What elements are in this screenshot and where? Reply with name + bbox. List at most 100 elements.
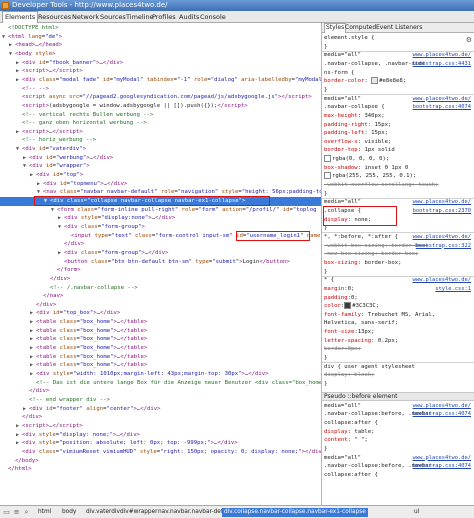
dom-node[interactable]: </div> xyxy=(0,301,321,310)
dom-node[interactable]: <script>(adsbygoogle = window.adsbygoogl… xyxy=(0,102,321,111)
css-rule-line[interactable]: rgba(255, 255, 255, 0.1); xyxy=(322,172,474,181)
tab-console[interactable]: Console xyxy=(198,12,228,22)
dom-node[interactable]: ▼ <form class="form-inline pull-right" ro… xyxy=(0,206,321,215)
css-rule-line[interactable]: element.style { xyxy=(322,34,474,43)
stylesheet-source-link[interactable]: www.places4two.de/ xyxy=(413,233,471,242)
dom-node[interactable]: ▼ <div id="wrapper"> xyxy=(0,162,321,171)
css-rule-line[interactable]: padding-right: 15px; xyxy=(322,121,474,130)
dom-node[interactable]: ▶ <head>…</head> xyxy=(0,41,321,50)
dom-node[interactable]: ▶ <div id="top_box">…</div> xyxy=(0,309,321,318)
dom-node[interactable]: ▶ <table class="box_home">…</table> xyxy=(0,353,321,362)
stylesheet-source-link[interactable]: www.places4two.de/ xyxy=(413,95,471,104)
css-rule-line[interactable]: collapse:after { xyxy=(322,471,474,480)
breadcrumb-item[interactable]: body xyxy=(60,508,78,517)
search-icon[interactable]: ⌕ xyxy=(22,508,31,517)
dom-node[interactable]: ▶ <table class="box_home">…</table> xyxy=(0,335,321,344)
stylesheet-source-link[interactable]: www.places4two.de/ xyxy=(413,454,471,463)
stylesheet-source-link[interactable]: www.places4two.de/ xyxy=(413,198,471,207)
stylesheet-source-link[interactable]: style.css:1 xyxy=(435,285,471,294)
dom-node[interactable]: </form> xyxy=(0,266,321,275)
dom-node[interactable]: ▶ <div id="fbook_banner">…</div> xyxy=(0,59,321,68)
dom-node[interactable]: </html> xyxy=(0,465,321,474)
dom-node[interactable]: ▶ <div style="position: absolute; left: 0… xyxy=(0,439,321,448)
breadcrumb-item[interactable]: html xyxy=(36,508,53,517)
dom-node[interactable]: </div> xyxy=(0,413,321,422)
breadcrumb-item[interactable]: div.collapse.navbar-collapse.navbar-ex1-… xyxy=(222,508,368,517)
dom-node[interactable]: ▶ <div id="werbung">…</div> xyxy=(0,154,321,163)
stylesheet-source-link[interactable]: bootstrap.css:322 xyxy=(416,242,471,251)
css-rule-line[interactable]: box-sizing: border-box; xyxy=(322,259,474,268)
styles-tab-styles[interactable]: Styles xyxy=(324,23,347,33)
dock-icon[interactable]: ▭ xyxy=(2,508,11,517)
breadcrumb-item[interactable]: ul xyxy=(412,508,421,517)
dom-node[interactable]: <div class="vimiumReset vimiumHUD" style… xyxy=(0,448,321,457)
css-rule-line[interactable]: ns-form { xyxy=(322,69,474,78)
css-rule-line[interactable]: } xyxy=(322,380,474,389)
styles-tab-event-listeners[interactable]: Event Listeners xyxy=(376,24,422,31)
css-rule-line[interactable]: padding-left: 15px; xyxy=(322,129,474,138)
stylesheet-source-link[interactable]: www.places4two.de/ xyxy=(413,51,471,60)
stylesheet-source-link[interactable]: bootstrap.css:2370 xyxy=(413,207,471,216)
tab-profiles[interactable]: Profiles xyxy=(150,12,178,22)
css-rule-line[interactable]: font-family: Trebuchet MS, Arial, xyxy=(322,311,474,320)
dom-node[interactable]: <!-- Das ist die untere lange Box für di… xyxy=(0,379,321,388)
dom-node[interactable]: ▶ <table class="box_home">…</table> xyxy=(0,361,321,370)
pseudo-element-section-header[interactable]: Pseudo ::before element xyxy=(322,391,474,401)
css-rule-line[interactable]: display: table; xyxy=(322,428,474,437)
dom-node[interactable]: ▶ <div style="display:none">…</div> xyxy=(0,214,321,223)
css-rule-line[interactable]: collapse:after { xyxy=(322,419,474,428)
dom-node[interactable]: ▶ <div id="top"> xyxy=(0,171,321,180)
dom-node[interactable]: <!-- ganz oben horizontal werbung --> xyxy=(0,119,321,128)
dom-node[interactable]: ▶ <script>…</script> xyxy=(0,128,321,137)
dom-node[interactable]: ▶ <div style="display: none;">…</div> xyxy=(0,431,321,440)
dom-node[interactable]: ▼ <div id="vaterdiv"> xyxy=(0,145,321,154)
css-rule-line[interactable]: box-shadow: inset 0 1px 0 xyxy=(322,164,474,173)
css-rule-line[interactable]: border-top: 1px solid xyxy=(322,146,474,155)
stylesheet-source-link[interactable]: bootstrap.css:4074 xyxy=(413,410,471,419)
css-rule-line[interactable]: padding:0; xyxy=(322,294,474,303)
dom-node[interactable]: </div> xyxy=(0,275,321,284)
dom-node[interactable]: ▶ <div class="modal fade" id="myModal" ta… xyxy=(0,76,321,85)
dom-node[interactable]: ▶ <div class="form-group">…</div> xyxy=(0,249,321,258)
css-rule-line[interactable]: div { user agent stylesheet xyxy=(322,363,474,372)
dom-node[interactable]: <!-- --> xyxy=(0,85,321,94)
console-toggle-icon[interactable]: ≡ xyxy=(12,508,21,517)
dom-node[interactable]: ▶ <div id="topmenu">…</div> xyxy=(0,180,321,189)
dom-node[interactable]: </nav> xyxy=(0,292,321,301)
stylesheet-source-link[interactable]: www.places4two.de/ xyxy=(413,276,471,285)
css-rule-line[interactable]: color: #3C3C3C; xyxy=(322,302,474,311)
breadcrumb-item[interactable]: div#wrapper xyxy=(118,508,160,517)
dom-node[interactable]: </body> xyxy=(0,457,321,466)
dom-node[interactable]: <!-- /.navbar-collapse --> xyxy=(0,284,321,293)
dom-node[interactable]: ▼ <html lang="de"> xyxy=(0,33,321,42)
tab-resources[interactable]: Resources xyxy=(36,12,73,22)
stylesheet-source-link[interactable]: bootstrap.css:4074 xyxy=(413,462,471,471)
dom-node[interactable]: ▼ <body style> xyxy=(0,50,321,59)
css-rule-line[interactable]: rgba(0, 0, 0, 0); xyxy=(322,155,474,164)
css-rule-line[interactable]: border-color: #e8e8e8; xyxy=(322,77,474,86)
breadcrumb-item[interactable]: div.vaterdiv xyxy=(84,508,122,517)
dom-node[interactable]: ▶ <script>…</script> xyxy=(0,422,321,431)
css-rule-line[interactable]: } xyxy=(322,445,474,454)
dom-node[interactable]: <!-- vertical rechts Bullen werbung --> xyxy=(0,111,321,120)
dom-node[interactable]: ▶ <table class="box_home">…</table> xyxy=(0,318,321,327)
css-rule-line[interactable]: max-height: 340px; xyxy=(322,112,474,121)
tab-network[interactable]: Network xyxy=(70,12,101,22)
css-rule-line[interactable]: Helvetica, sans-serif; xyxy=(322,319,474,328)
stylesheet-source-link[interactable]: www.places4two.de/ xyxy=(413,402,471,411)
dom-node[interactable]: ▶ <div id="footer" align="center">…</div> xyxy=(0,405,321,414)
css-rule-line[interactable]: overflow-x: visible; xyxy=(322,138,474,147)
dom-node[interactable]: ▶ <script>…</script> xyxy=(0,67,321,76)
css-rule-line[interactable]: -moz-box-sizing: border-box; xyxy=(322,250,474,259)
dom-node[interactable]: ▶ <div style="width: 1010px;margin-left: … xyxy=(0,370,321,379)
css-rule-line[interactable]: letter-spacing: 0.2px; xyxy=(322,337,474,346)
stylesheet-source-link[interactable]: bootstrap.css:4431 xyxy=(413,60,471,69)
dom-node[interactable]: ▶ <table class="box_home">…</table> xyxy=(0,327,321,336)
css-rule-line[interactable]: display: block; xyxy=(322,371,474,380)
dom-node[interactable]: <!-- end wrapper div --> xyxy=(0,396,321,405)
dom-node[interactable]: ▶ <table class="box_home">…</table> xyxy=(0,344,321,353)
dom-node[interactable]: </div> xyxy=(0,387,321,396)
styles-tab-computed[interactable]: Computed xyxy=(345,24,376,31)
dom-node[interactable]: </div> xyxy=(0,240,321,249)
dom-node[interactable]: <!DOCTYPE html> xyxy=(0,24,321,33)
